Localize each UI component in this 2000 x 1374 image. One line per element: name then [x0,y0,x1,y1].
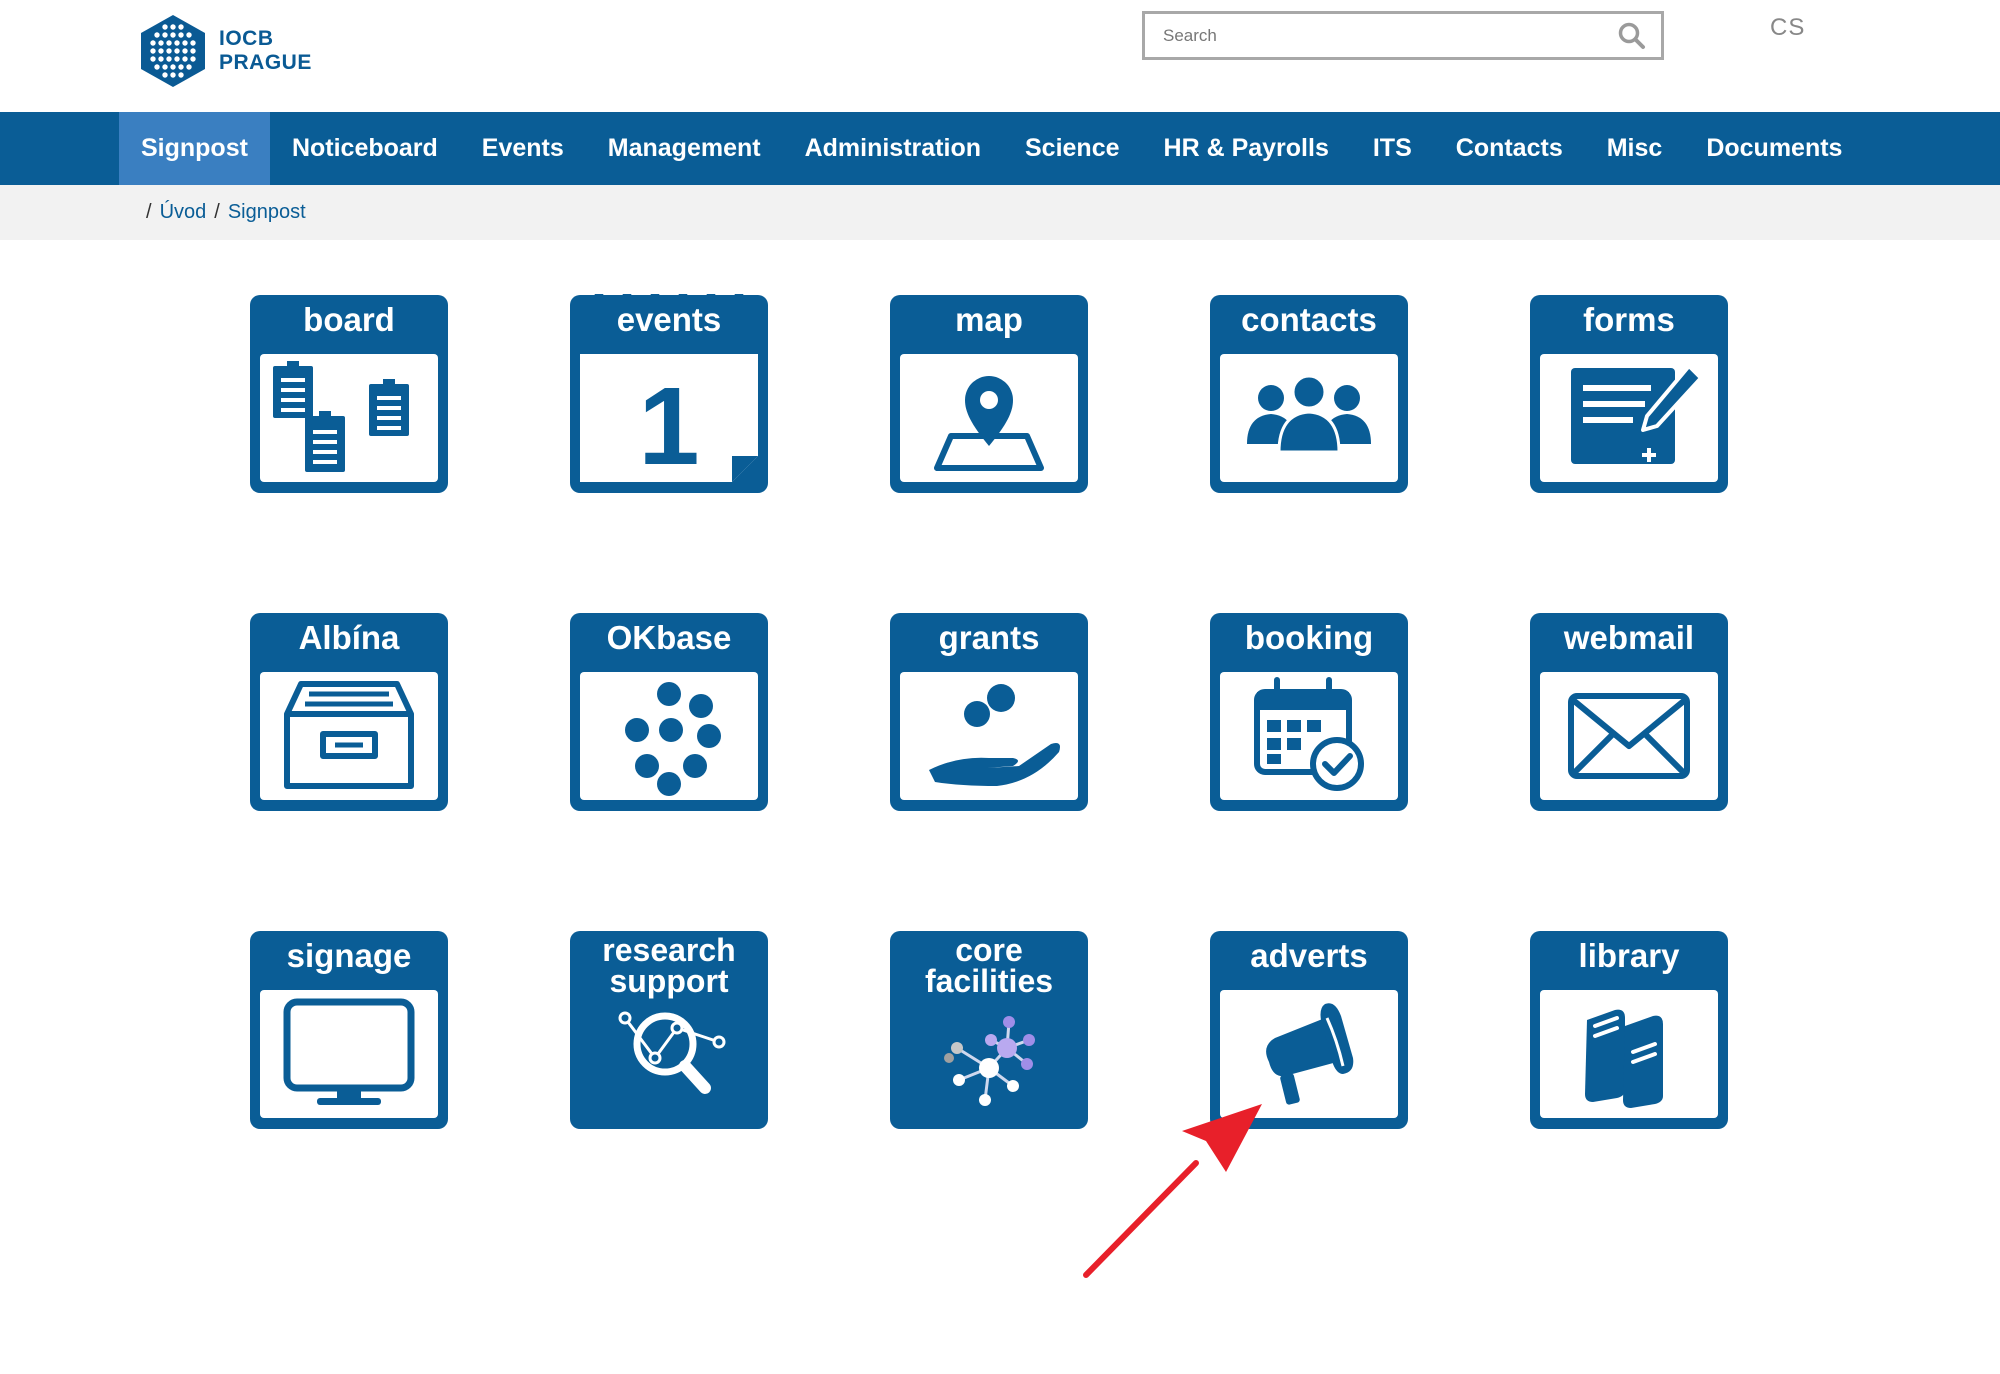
tile-label: research support [569,932,769,999]
breadcrumb-separator: / [214,201,220,223]
tile-signage[interactable]: signage [249,930,449,1130]
tile-contacts[interactable]: contacts [1209,294,1409,494]
tile-label: map [955,301,1023,338]
tile-adverts[interactable]: adverts [1209,930,1409,1130]
tile-events[interactable]: events 1 [569,294,769,494]
breadcrumb-item-signpost[interactable]: Signpost [228,201,306,224]
nav-item-its[interactable]: ITS [1351,112,1434,185]
nav-item-management[interactable]: Management [586,112,783,185]
search-input[interactable] [1161,24,1617,47]
nav-item-science[interactable]: Science [1003,112,1142,185]
hand-coins-icon [929,684,1060,786]
books-icon [1585,1009,1663,1108]
tile-research-support[interactable]: research support [569,930,769,1130]
nav-item-contacts[interactable]: Contacts [1434,112,1585,185]
tile-label: adverts [1250,937,1368,974]
tile-label: booking [1244,619,1374,656]
tile-label: Albína [298,619,400,656]
calendar-day-icon: 1 [638,365,699,482]
tile-label: forms [1583,301,1675,338]
nav-item-administration[interactable]: Administration [783,112,1003,185]
tile-label: signage [286,937,412,974]
molecule-network-icon [944,1016,1035,1106]
tile-webmail[interactable]: webmail [1529,612,1729,812]
nav-item-signpost[interactable]: Signpost [119,112,270,185]
tile-label: OKbase [606,619,732,656]
clipboards-icon [273,361,409,472]
tile-forms[interactable]: forms [1529,294,1729,494]
tile-board[interactable]: board [249,294,449,494]
language-switch[interactable]: CS [1770,14,1805,42]
tile-booking[interactable]: booking [1209,612,1409,812]
iocb-logo[interactable]: IOCB PRAGUE [139,13,312,89]
nav-item-documents[interactable]: Documents [1684,112,1864,185]
logo-wordmark: IOCB PRAGUE [219,27,312,75]
search-icon[interactable] [1617,21,1647,51]
tile-core-facilities[interactable]: core facilities [889,930,1089,1130]
archive-drawer-icon [284,681,414,789]
envelope-icon [1568,693,1690,779]
tile-label: contacts [1241,301,1377,338]
tile-label-line-1: research [602,932,736,968]
tile-label-line-2: support [609,963,729,999]
magnifier-chart-icon [618,1011,726,1094]
breadcrumb-item-uvod[interactable]: Úvod [160,201,207,224]
tile-albina[interactable]: Albína [249,612,449,812]
tile-label-line-1: core [955,932,1023,968]
logo-line-1: IOCB [219,27,274,50]
tile-label: core facilities [889,932,1089,999]
search-box [1142,11,1664,60]
form-edit-icon [1571,364,1703,464]
tile-label: webmail [1563,619,1695,656]
map-pin-icon [934,376,1044,471]
hexagon-logo-icon [141,15,205,87]
nav-item-events[interactable]: Events [460,112,586,185]
people-group-icon [1247,374,1371,454]
nav-item-misc[interactable]: Misc [1585,112,1685,185]
breadcrumb: / Úvod / Signpost [0,185,2000,240]
main-nav: Signpost Noticeboard Events Management A… [0,112,2000,185]
tile-label: events [616,301,722,338]
calendar-day-number: 1 [638,365,699,482]
nav-item-noticeboard[interactable]: Noticeboard [270,112,460,185]
tile-library[interactable]: library [1529,930,1729,1130]
breadcrumb-separator: / [146,201,152,223]
nav-item-hr-payrolls[interactable]: HR & Payrolls [1142,112,1351,185]
tile-label-line-2: facilities [924,963,1054,999]
monitor-icon [283,998,415,1105]
tile-label: board [303,301,395,338]
calendar-check-icon [1254,677,1364,791]
logo-line-2: PRAGUE [219,51,312,74]
tile-okbase[interactable]: OKbase [569,612,769,812]
tile-label: grants [938,619,1040,656]
tile-label: library [1578,937,1680,974]
tile-map[interactable]: map [889,294,1089,494]
dots-cluster-icon [625,682,721,796]
megaphone-icon [1266,1003,1354,1105]
tile-grants[interactable]: grants [889,612,1089,812]
